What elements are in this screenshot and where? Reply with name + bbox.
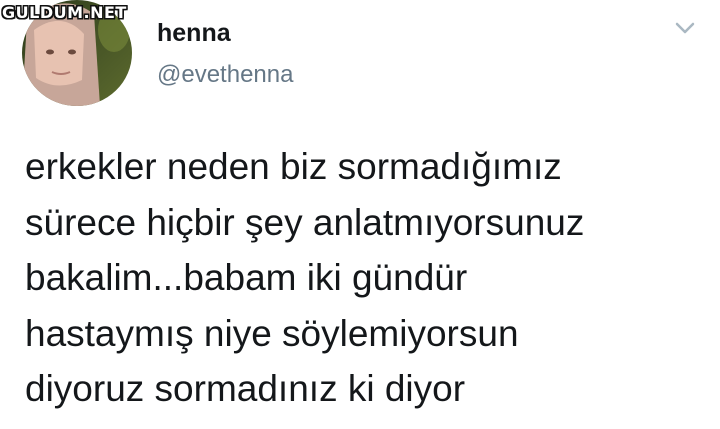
display-name[interactable]: henna — [157, 17, 231, 49]
watermark-logo: GULDUM.NET — [2, 3, 127, 22]
tweet-text: erkekler neden biz sormadığımız sürece h… — [25, 139, 715, 417]
user-handle[interactable]: @evethenna — [157, 59, 293, 91]
tweet-line: erkekler neden biz sormadığımız — [25, 146, 562, 187]
tweet-line: sürece hiçbir şey anlatmıyorsunuz — [25, 201, 585, 243]
tweet-line: diyoruz sormadınız ki diyor — [25, 368, 466, 409]
chevron-down-icon[interactable] — [674, 18, 696, 38]
tweet-line: hastaymış niye söylemiyorsun — [25, 312, 519, 354]
tweet-line: bakalim...babam iki gündür — [25, 257, 468, 298]
